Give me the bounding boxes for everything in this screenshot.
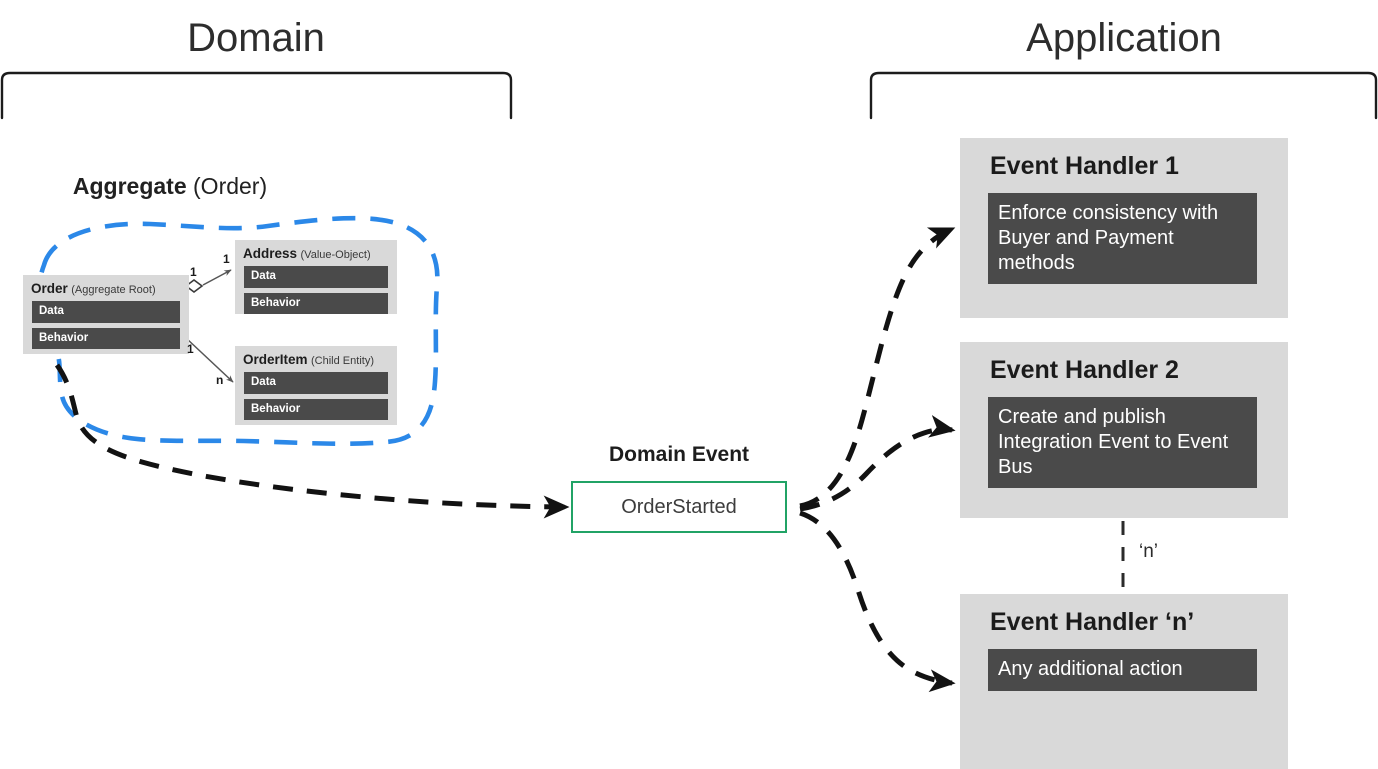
multiplicity-order-orderitem-source: 1 bbox=[187, 342, 194, 356]
entity-stereotype-address: (Value-Object) bbox=[300, 249, 371, 261]
event-handler-n-panel[interactable]: Event Handler ‘n’ Any additional action bbox=[960, 594, 1288, 769]
entity-name-address: Address bbox=[243, 246, 298, 261]
event-handler-n-body: Any additional action bbox=[988, 649, 1257, 691]
domain-event-box[interactable]: OrderStarted bbox=[571, 481, 787, 533]
entity-stereotype-order: (Aggregate Root) bbox=[71, 284, 156, 296]
content-layer: Domain Application Aggregate (Order) Ord… bbox=[0, 0, 1378, 769]
event-handler-1-panel[interactable]: Event Handler 1 Enforce consistency with… bbox=[960, 138, 1288, 318]
aggregate-caption-rest: (Order) bbox=[186, 173, 268, 199]
event-handler-2-panel[interactable]: Event Handler 2 Create and publish Integ… bbox=[960, 342, 1288, 518]
domain-section-title: Domain bbox=[187, 16, 325, 60]
entity-name-order: Order bbox=[31, 281, 68, 296]
domain-event-label: Domain Event bbox=[608, 443, 750, 466]
entity-card-order[interactable]: Order (Aggregate Root) Data Behavior bbox=[23, 275, 189, 354]
entity-header-address: Address (Value-Object) bbox=[235, 240, 397, 266]
diagram-canvas: Domain Application Aggregate (Order) Ord… bbox=[0, 0, 1378, 769]
entity-stereotype-orderitem: (Child Entity) bbox=[311, 355, 374, 367]
aggregate-caption-bold: Aggregate bbox=[72, 173, 187, 199]
multiplicity-order-orderitem-target: n bbox=[216, 373, 224, 387]
event-handler-n-title: Event Handler ‘n’ bbox=[990, 608, 1195, 636]
entity-band-data-address: Data bbox=[244, 266, 388, 288]
entity-header-orderitem: OrderItem (Child Entity) bbox=[235, 346, 397, 372]
entity-band-behavior-address: Behavior bbox=[244, 292, 388, 314]
entity-card-address[interactable]: Address (Value-Object) Data Behavior bbox=[235, 240, 397, 314]
event-handler-2-title: Event Handler 2 bbox=[990, 356, 1179, 384]
entity-header-order: Order (Aggregate Root) bbox=[23, 275, 189, 301]
handler-continuation-label: ‘n’ bbox=[1139, 541, 1159, 562]
aggregate-caption: Aggregate (Order) bbox=[0, 173, 340, 199]
event-handler-2-body: Create and publish Integration Event to … bbox=[988, 397, 1257, 489]
multiplicity-order-address-source: 1 bbox=[190, 265, 197, 279]
entity-band-behavior-order: Behavior bbox=[32, 327, 180, 349]
application-section-title: Application bbox=[1026, 16, 1222, 60]
entity-name-orderitem: OrderItem bbox=[243, 352, 308, 367]
domain-event-name: OrderStarted bbox=[621, 496, 737, 518]
entity-card-orderitem[interactable]: OrderItem (Child Entity) Data Behavior bbox=[235, 346, 397, 425]
multiplicity-order-address-target: 1 bbox=[223, 252, 230, 266]
entity-band-data-orderitem: Data bbox=[244, 372, 388, 394]
event-handler-1-body: Enforce consistency with Buyer and Payme… bbox=[988, 193, 1257, 285]
event-handler-1-title: Event Handler 1 bbox=[990, 152, 1179, 180]
entity-band-behavior-orderitem: Behavior bbox=[244, 398, 388, 420]
entity-band-data-order: Data bbox=[32, 301, 180, 323]
